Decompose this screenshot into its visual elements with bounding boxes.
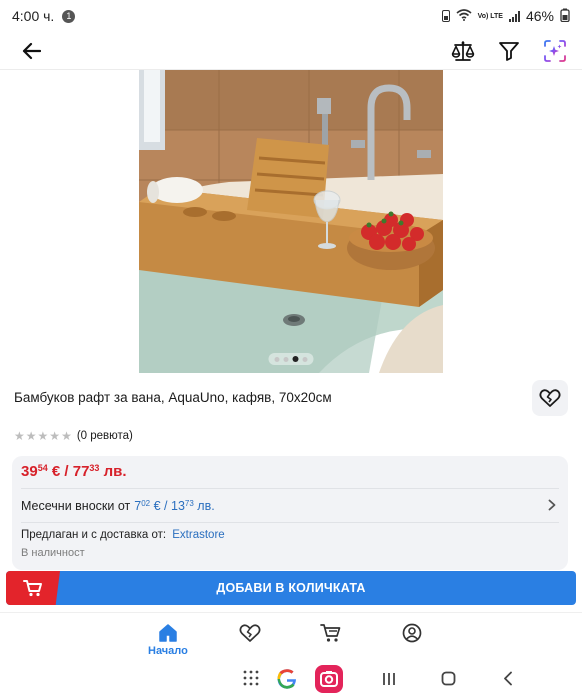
arrow-left-icon <box>22 42 41 59</box>
system-navigation-bar <box>0 662 582 699</box>
status-left: 4:00 ч. 1 <box>12 8 76 24</box>
add-to-cart-button[interactable]: ДОБАВИ В КОЛИЧКАТА <box>6 571 576 605</box>
installments-separator: / <box>164 499 168 513</box>
divider <box>21 522 559 523</box>
installments-eur-currency: € <box>153 499 161 513</box>
compare-scale-icon <box>451 40 475 61</box>
product-title: Бамбуков рафт за вана, AquaUno, кафяв, 7… <box>14 390 332 405</box>
price-info-card: 3954 € / 7733 лв. Месечни вноски от 702 … <box>12 456 568 570</box>
recent-apps-icon <box>383 673 395 685</box>
pagination-dot[interactable] <box>283 356 289 362</box>
price-bgn-currency: лв. <box>103 463 127 480</box>
chevron-right-icon <box>548 498 556 514</box>
rating-stars: ★ ★ ★ ★ ★ <box>14 429 72 443</box>
review-count: (0 ревюта) <box>76 430 133 442</box>
add-to-cart-label: ДОБАВИ В КОЛИЧКАТА <box>216 581 366 595</box>
back-button[interactable] <box>18 38 44 64</box>
compare-button[interactable] <box>450 38 476 64</box>
back-system-button[interactable] <box>503 671 513 686</box>
star-icon: ★ <box>14 429 25 443</box>
app-drawer-button[interactable] <box>243 670 259 686</box>
battery-saver-icon <box>441 10 450 22</box>
installments-row[interactable]: Месечни вноски от 702 € / 1373 лв. <box>12 491 568 521</box>
installments-bgn-cents: 73 <box>184 499 194 508</box>
notification-count-badge: 1 <box>62 9 76 23</box>
cart-icon <box>320 624 341 642</box>
recent-apps-button[interactable] <box>382 672 396 686</box>
product-photo <box>139 70 443 373</box>
nav-favorites[interactable] <box>239 623 261 643</box>
battery-percent: 46% <box>525 8 554 24</box>
cart-icon <box>23 580 42 597</box>
star-icon: ★ <box>37 429 49 443</box>
price-eur-cents: 54 <box>37 463 48 473</box>
grid-dots-icon <box>243 670 259 686</box>
pagination-dot[interactable] <box>292 356 299 362</box>
filter-button[interactable] <box>496 38 522 64</box>
wifi-icon <box>456 8 472 24</box>
camera-app-icon <box>315 665 343 693</box>
ai-sparkle-icon <box>544 39 566 62</box>
bottom-navigation: Начало <box>0 612 582 662</box>
installments-label: Месечни вноски от <box>21 499 131 513</box>
filter-icon <box>499 41 519 61</box>
seller-row: Предлаган и с доставка от: Extrastore <box>21 529 225 541</box>
divider <box>21 488 559 489</box>
status-bar: 4:00 ч. 1 Vo) LTE 46% <box>0 0 582 32</box>
nav-home-label: Начало <box>148 645 188 657</box>
installments-eur-cents: 02 <box>141 499 151 508</box>
add-to-favorites-button[interactable] <box>532 380 568 416</box>
price-bgn-whole: 77 <box>72 463 90 480</box>
signal-icon <box>508 10 520 22</box>
app-header <box>0 32 582 70</box>
price-separator: / <box>64 463 69 480</box>
rating-row[interactable]: ★ ★ ★ ★ ★ (0 ревюта) <box>14 429 133 443</box>
nav-home[interactable]: Начало <box>148 623 188 657</box>
home-system-button[interactable] <box>441 671 456 686</box>
installments-value: 702 € / 1373 лв. <box>134 499 214 513</box>
home-icon <box>159 624 177 642</box>
volte-label: Vo) LTE <box>477 12 503 20</box>
chevron-left-icon <box>504 671 512 686</box>
installments-bgn-currency: лв. <box>197 499 215 513</box>
pagination-dot[interactable] <box>302 356 308 362</box>
heart-icon <box>239 624 261 642</box>
star-icon: ★ <box>25 429 37 443</box>
star-icon: ★ <box>49 429 61 443</box>
price-bgn-cents: 33 <box>89 463 100 473</box>
battery-icon <box>560 8 570 25</box>
seller-label: Предлаган и с доставка от: <box>21 529 167 541</box>
google-app-button[interactable] <box>276 668 298 690</box>
installments-bgn-whole: 13 <box>171 499 185 513</box>
nav-account[interactable] <box>402 623 422 643</box>
status-right: Vo) LTE 46% <box>441 8 570 25</box>
pagination-dot[interactable] <box>274 356 280 362</box>
product-price: 3954 € / 7733 лв. <box>21 463 127 480</box>
google-icon <box>277 669 296 689</box>
product-image-carousel[interactable] <box>139 70 443 373</box>
user-icon <box>402 623 422 643</box>
seller-link[interactable]: Extrastore <box>172 529 224 541</box>
price-eur-currency: € <box>51 463 61 480</box>
star-icon: ★ <box>61 429 72 443</box>
price-eur-whole: 39 <box>21 463 38 480</box>
header-actions <box>450 38 568 64</box>
home-square-icon <box>441 671 456 686</box>
camera-app-button[interactable] <box>315 665 343 693</box>
stock-status: В наличност <box>21 547 85 559</box>
image-pagination <box>268 353 314 365</box>
status-time: 4:00 ч. <box>12 8 55 24</box>
heart-outline-icon <box>539 389 561 407</box>
cart-icon-area <box>6 571 60 605</box>
ai-assistant-button[interactable] <box>542 38 568 64</box>
nav-cart[interactable] <box>320 623 342 643</box>
